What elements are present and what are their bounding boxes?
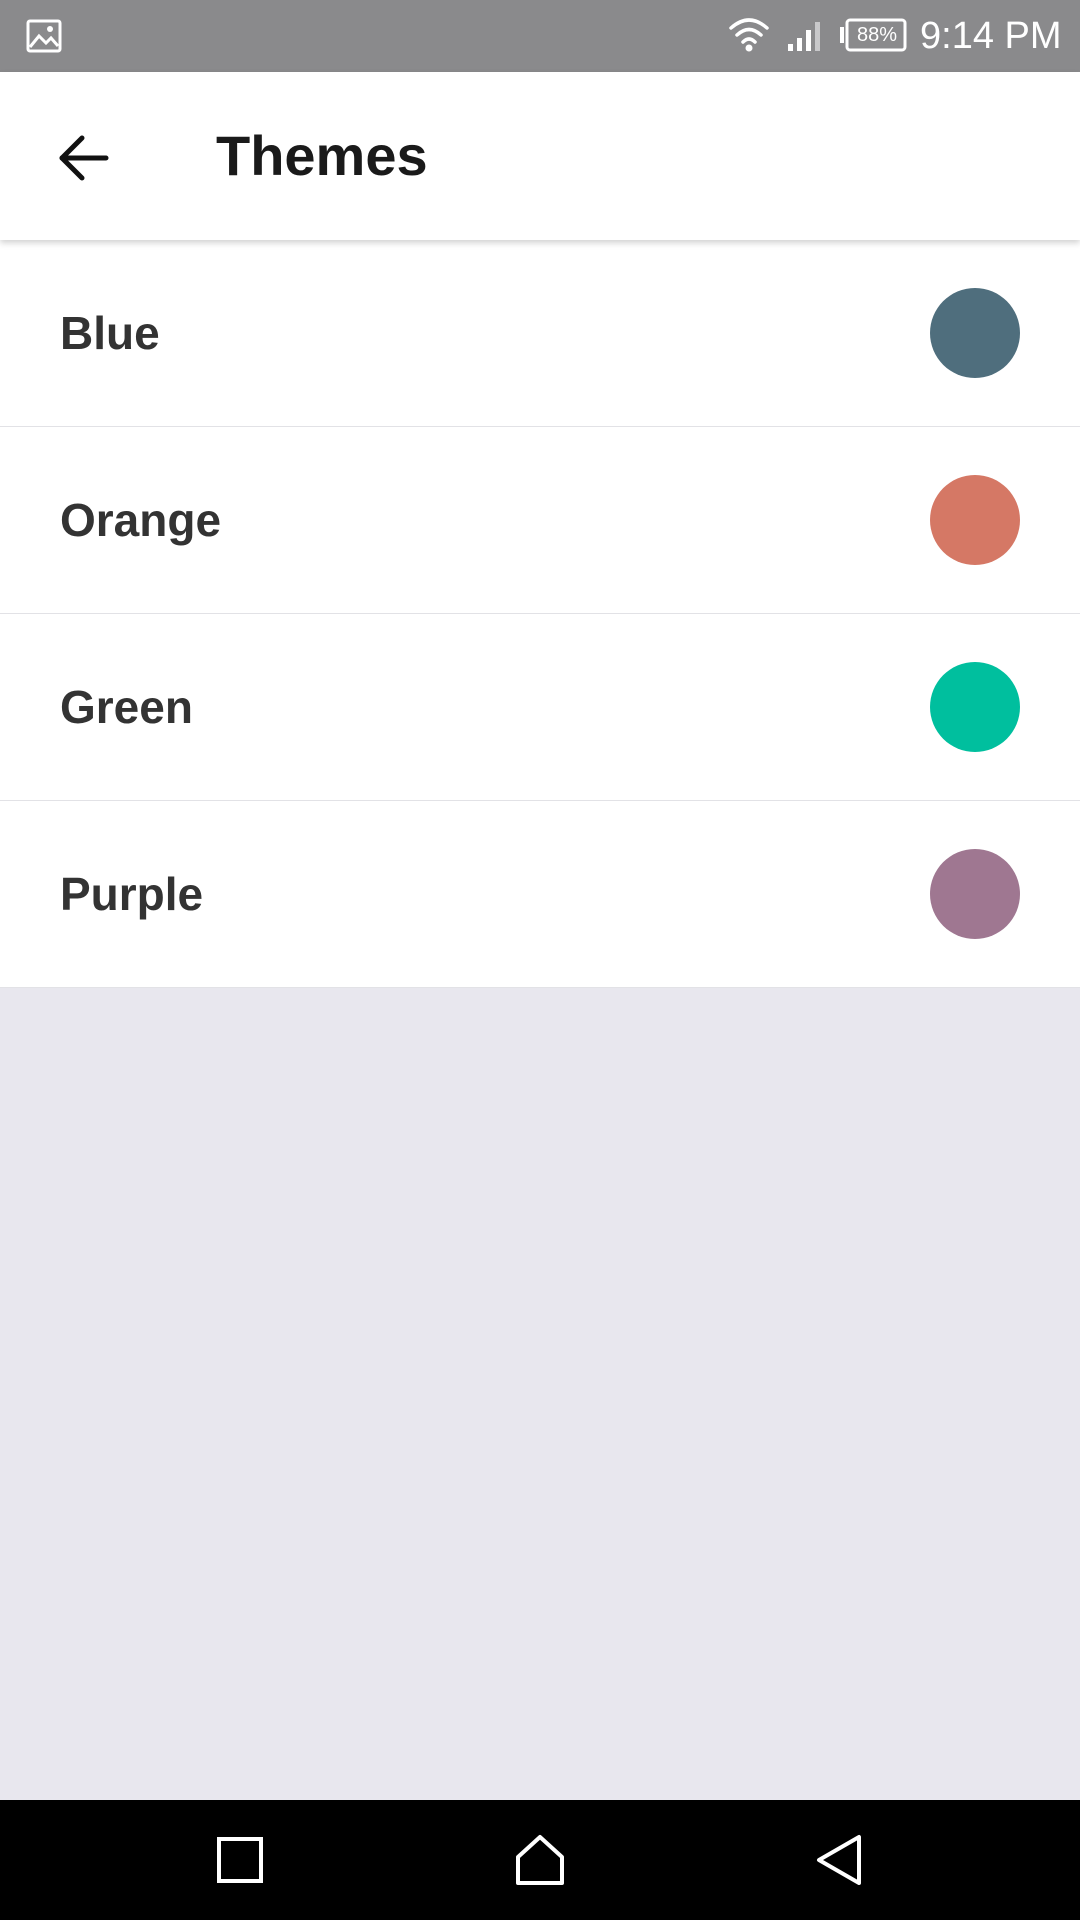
signal-icon bbox=[788, 22, 820, 51]
theme-swatch-orange bbox=[930, 475, 1020, 565]
theme-label: Purple bbox=[60, 868, 204, 920]
back-icon bbox=[817, 1835, 861, 1885]
arrow-left-icon bbox=[59, 135, 109, 181]
theme-list: Blue Orange Green Purple bbox=[0, 240, 1080, 988]
theme-label: Blue bbox=[60, 307, 160, 359]
wifi-icon bbox=[729, 18, 769, 52]
theme-row-green[interactable]: Green bbox=[0, 614, 1080, 801]
recents-icon bbox=[217, 1837, 263, 1883]
home-button[interactable] bbox=[500, 1820, 580, 1900]
status-bar: 88% 9:14 PM bbox=[0, 0, 1080, 72]
app-bar: Themes bbox=[0, 72, 1080, 240]
home-icon bbox=[516, 1835, 564, 1885]
theme-row-blue[interactable]: Blue bbox=[0, 240, 1080, 427]
recents-button[interactable] bbox=[200, 1820, 280, 1900]
page-title: Themes bbox=[216, 124, 428, 187]
theme-row-orange[interactable]: Orange bbox=[0, 427, 1080, 614]
back-nav-button[interactable] bbox=[800, 1820, 880, 1900]
theme-label: Green bbox=[60, 681, 193, 733]
status-clock: 9:14 PM bbox=[920, 15, 1062, 57]
theme-swatch-green bbox=[930, 662, 1020, 752]
navigation-bar bbox=[0, 1800, 1080, 1920]
theme-label: Orange bbox=[60, 494, 222, 546]
battery-percentage: 88% bbox=[856, 24, 898, 46]
theme-swatch-blue bbox=[930, 288, 1020, 378]
back-button[interactable] bbox=[40, 114, 128, 202]
theme-swatch-purple bbox=[930, 849, 1020, 939]
theme-row-purple[interactable]: Purple bbox=[0, 801, 1080, 988]
gallery-icon bbox=[26, 19, 62, 53]
